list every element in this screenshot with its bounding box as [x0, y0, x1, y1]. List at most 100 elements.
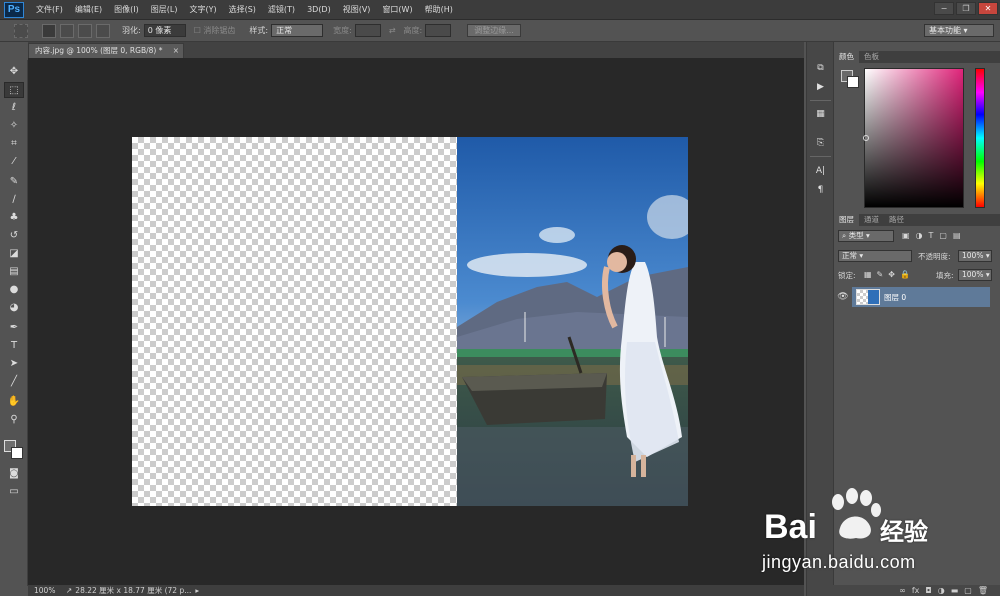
paragraph-panel-icon[interactable]: ¶	[812, 183, 829, 198]
lock-icons[interactable]: ▦✎✥🔒	[864, 270, 915, 279]
tab-color[interactable]: 颜色	[834, 51, 859, 63]
photo-layer-image[interactable]	[457, 137, 688, 506]
menu-image[interactable]: 图像(I)	[108, 4, 145, 15]
watermark-brand-cn: 经验	[880, 518, 928, 546]
eyedropper-tool-icon[interactable]: ⁄	[4, 154, 24, 170]
tab-layers[interactable]: 图层	[834, 214, 859, 226]
brush-tool-icon[interactable]: ∕	[4, 192, 24, 208]
height-label: 高度:	[403, 26, 423, 35]
photoshop-logo: Ps	[4, 1, 24, 18]
add-selection-icon[interactable]	[60, 23, 74, 38]
menu-file[interactable]: 文件(F)	[30, 4, 69, 15]
layers-footer: ∞ fx ◘ ◑ ▬ ▢ 🗑	[833, 585, 1000, 596]
fill-input[interactable]: 100% ▾	[958, 269, 992, 281]
layer-style-icon[interactable]: fx	[912, 586, 920, 595]
layer-filter-label: 类型	[848, 231, 864, 240]
marquee-preset-icon[interactable]	[14, 23, 28, 38]
menu-3d[interactable]: 3D(D)	[301, 5, 337, 14]
restore-button[interactable]: ❐	[956, 2, 976, 15]
clone-source-panel-icon[interactable]: ⎘	[812, 136, 829, 151]
lock-label: 锁定:	[838, 271, 856, 280]
menu-filter[interactable]: 滤镜(T)	[262, 4, 301, 15]
intersect-selection-icon[interactable]	[96, 23, 110, 38]
close-tab-icon[interactable]: ×	[173, 44, 179, 57]
add-mask-icon[interactable]: ◘	[925, 586, 931, 595]
background-color-swatch[interactable]	[11, 447, 23, 459]
width-input[interactable]	[354, 24, 381, 37]
hand-tool-icon[interactable]: ✋	[4, 394, 24, 410]
layer-visibility-eye-icon[interactable]: 👁	[836, 286, 850, 308]
new-group-icon[interactable]: ▬	[951, 586, 959, 595]
opacity-input[interactable]: 100% ▾	[958, 250, 992, 262]
antialias-label: 消除锯齿	[203, 26, 236, 35]
menu-type[interactable]: 文字(Y)	[183, 4, 222, 15]
clone-stamp-tool-icon[interactable]: ♣	[4, 210, 24, 226]
tab-swatches[interactable]: 色板	[859, 51, 884, 63]
menu-help[interactable]: 帮助(H)	[419, 4, 459, 15]
eraser-tool-icon[interactable]: ◪	[4, 246, 24, 262]
zoom-tool-icon[interactable]: ⚲	[4, 412, 24, 428]
pen-tool-icon[interactable]: ✒	[4, 320, 24, 336]
screen-mode-icon[interactable]: ▭	[4, 484, 24, 500]
history-brush-tool-icon[interactable]: ↺	[4, 228, 24, 244]
new-selection-icon[interactable]	[42, 23, 56, 38]
lasso-tool-icon[interactable]: ℓ	[4, 100, 24, 116]
quick-mask-icon[interactable]: ◙	[4, 466, 24, 482]
crop-tool-icon[interactable]: ⌗	[4, 136, 24, 152]
color-panel-background-swatch[interactable]	[847, 76, 859, 88]
line-tool-icon[interactable]: ╱	[4, 374, 24, 390]
healing-brush-tool-icon[interactable]: ✎	[4, 174, 24, 190]
adjustment-layer-icon[interactable]: ◑	[938, 586, 945, 595]
swap-dimensions-icon[interactable]: ⇄	[389, 26, 396, 35]
layer-filter-select[interactable]: ⌕ 类型 ▾	[838, 230, 894, 242]
link-layers-icon[interactable]: ∞	[899, 586, 906, 595]
hue-slider[interactable]	[975, 68, 985, 208]
properties-panel-icon[interactable]: ▦	[812, 107, 829, 122]
refine-edge-button[interactable]: 调整边缘...	[467, 24, 521, 37]
rect-marquee-tool-icon[interactable]: ⬚	[4, 82, 24, 98]
document-tab[interactable]: 内容.jpg @ 100% (图层 0, RGB/8) * ×	[28, 43, 184, 58]
tab-channels[interactable]: 通道	[859, 214, 884, 226]
menu-view[interactable]: 视图(V)	[337, 4, 377, 15]
minimize-button[interactable]: −	[934, 2, 954, 15]
menu-layer[interactable]: 图层(L)	[145, 4, 184, 15]
status-menu-arrow-icon[interactable]: ▸	[195, 586, 199, 595]
history-panel-icon[interactable]: ⧉	[812, 61, 829, 76]
character-panel-icon[interactable]: A|	[812, 164, 829, 179]
quick-select-tool-icon[interactable]: ✧	[4, 118, 24, 134]
workspace-label: 基本功能	[929, 26, 961, 35]
workspace-select[interactable]: 基本功能 ▾	[924, 24, 994, 37]
menu-window[interactable]: 窗口(W)	[376, 4, 418, 15]
color-picker-field[interactable]	[863, 68, 964, 208]
menu-edit[interactable]: 编辑(E)	[69, 4, 108, 15]
watermark-brand: Bai	[764, 508, 817, 546]
style-select[interactable]: 正常	[271, 24, 324, 37]
menu-select[interactable]: 选择(S)	[223, 4, 262, 15]
type-tool-icon[interactable]: T	[4, 338, 24, 354]
feather-label: 羽化:	[122, 26, 141, 35]
menu-bar: Ps 文件(F) 编辑(E) 图像(I) 图层(L) 文字(Y) 选择(S) 滤…	[0, 0, 1000, 20]
close-window-button[interactable]: ✕	[978, 2, 998, 15]
style-label: 样式:	[249, 26, 269, 35]
document-info-icon[interactable]: ↗	[66, 586, 72, 595]
delete-layer-icon[interactable]: 🗑	[978, 586, 988, 595]
layer-row[interactable]: 图层 0	[852, 287, 990, 307]
actions-panel-icon[interactable]: ▶	[812, 80, 829, 95]
layer-filter-icons[interactable]: ▣◑T▢▤	[902, 231, 967, 240]
tab-paths[interactable]: 路径	[884, 214, 909, 226]
transparent-canvas-region[interactable]	[132, 137, 457, 506]
subtract-selection-icon[interactable]	[78, 23, 92, 38]
height-input[interactable]	[425, 24, 452, 37]
opacity-label: 不透明度:	[918, 252, 951, 261]
new-layer-icon[interactable]: ▢	[964, 586, 972, 595]
antialias-checkbox[interactable]: ☐ 消除锯齿	[194, 25, 236, 36]
gradient-tool-icon[interactable]: ▤	[4, 264, 24, 280]
blur-tool-icon[interactable]: ●	[4, 282, 24, 298]
path-select-tool-icon[interactable]: ➤	[4, 356, 24, 372]
blend-mode-select[interactable]: 正常 ▾	[838, 250, 912, 262]
feather-input[interactable]: 0 像素	[143, 24, 186, 37]
move-tool-icon[interactable]: ✥	[4, 64, 24, 80]
dodge-tool-icon[interactable]: ◕	[4, 300, 24, 316]
zoom-level[interactable]: 100%	[34, 586, 62, 595]
color-picker-cursor[interactable]	[863, 135, 869, 141]
